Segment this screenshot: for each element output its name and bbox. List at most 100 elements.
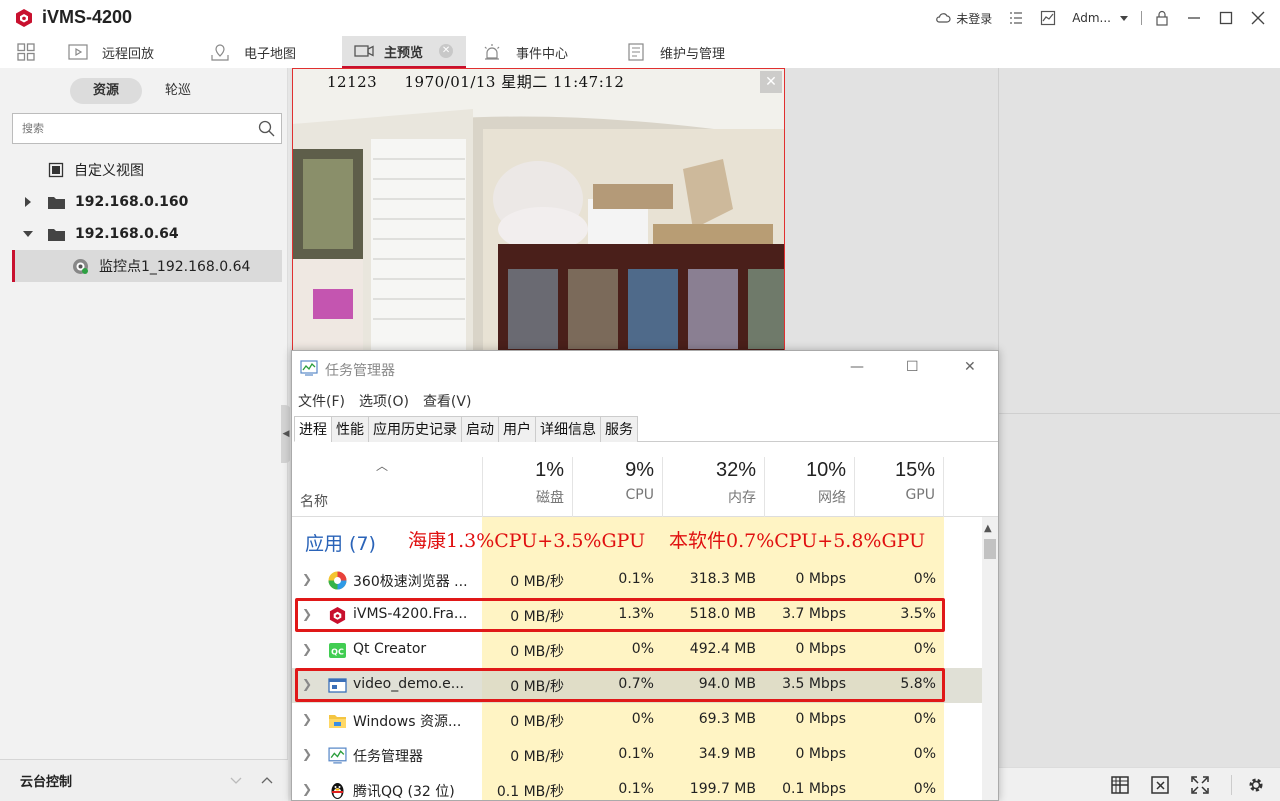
task-list-button[interactable] bbox=[1000, 0, 1032, 36]
tab-main-preview[interactable]: 主预览 ✕ bbox=[342, 36, 466, 68]
user-menu[interactable]: Adm... bbox=[1064, 0, 1137, 36]
tab-services[interactable]: 服务 bbox=[600, 416, 638, 442]
process-name: 360极速浏览器 ... bbox=[353, 574, 468, 590]
tab-app-history[interactable]: 应用历史记录 bbox=[368, 416, 462, 442]
process-row[interactable]: ❯ Windows 资源... 0 MB/秒 0% 69.3 MB 0 Mbps… bbox=[292, 703, 982, 738]
cell-cpu: 0% bbox=[631, 641, 654, 657]
tab-users[interactable]: 用户 bbox=[498, 416, 536, 442]
camera-online-icon bbox=[73, 258, 88, 274]
tab-event-center[interactable]: 事件中心 bbox=[482, 36, 602, 68]
column-disk[interactable]: 1% 磁盘 bbox=[482, 457, 572, 517]
cloud-icon bbox=[936, 13, 951, 23]
ptz-control-bar[interactable]: 云台控制 bbox=[0, 759, 288, 801]
camera-icon bbox=[354, 45, 374, 57]
tab-maintenance[interactable]: 维护与管理 bbox=[626, 36, 766, 68]
column-cpu[interactable]: 9% CPU bbox=[572, 457, 662, 517]
cell-network: 0 Mbps bbox=[795, 641, 846, 657]
camera-feed-image bbox=[293, 69, 784, 350]
segment-patrol[interactable]: 轮巡 bbox=[142, 78, 214, 104]
column-pct: 15% bbox=[894, 459, 935, 481]
fullscreen-icon[interactable] bbox=[1191, 776, 1209, 794]
close-button[interactable]: ✕ bbox=[964, 359, 976, 375]
scroll-thumb[interactable] bbox=[984, 539, 996, 559]
tree-item-label: 192.168.0.160 bbox=[75, 194, 189, 210]
chevron-up-icon[interactable] bbox=[261, 775, 273, 785]
expand-chevron-icon[interactable]: ❯ bbox=[302, 747, 312, 761]
sort-arrow-icon[interactable]: ︿ bbox=[376, 457, 388, 474]
close-button[interactable] bbox=[1242, 0, 1280, 36]
view-icon bbox=[48, 162, 64, 178]
expand-chevron-icon[interactable]: ❯ bbox=[302, 712, 312, 726]
task-manager-titlebar[interactable]: 任务管理器 — ☐ ✕ bbox=[292, 351, 998, 387]
tree-item-custom-view[interactable]: 自定义视图 bbox=[12, 154, 282, 186]
segment-resources[interactable]: 资源 bbox=[70, 78, 142, 104]
playback-icon bbox=[68, 44, 88, 60]
tab-label: 维护与管理 bbox=[660, 46, 726, 62]
maximize-button[interactable]: ☐ bbox=[906, 359, 919, 375]
expand-chevron-icon[interactable]: ❯ bbox=[302, 782, 312, 796]
caret-right-icon[interactable] bbox=[22, 196, 34, 208]
tree-item-label: 自定义视图 bbox=[74, 163, 144, 179]
tab-close-icon[interactable]: ✕ bbox=[439, 44, 454, 58]
column-name[interactable]: 名称 bbox=[300, 491, 328, 511]
video-close-button[interactable]: ✕ bbox=[760, 71, 782, 93]
process-row[interactable]: ❯ 360极速浏览器 ... 0 MB/秒 0.1% 318.3 MB 0 Mb… bbox=[292, 563, 982, 598]
minimize-button[interactable] bbox=[1178, 0, 1210, 36]
tab-label: 远程回放 bbox=[102, 46, 155, 62]
cell-disk: 0 MB/秒 bbox=[510, 749, 564, 765]
expand-chevron-icon[interactable]: ❯ bbox=[302, 572, 312, 586]
login-status-label: 未登录 bbox=[956, 11, 993, 26]
resource-segment-control: 资源 轮巡 bbox=[70, 78, 214, 104]
task-manager-window: 任务管理器 — ☐ ✕ 文件(F) 选项(O) 查看(V) 进程 性能 应用历史… bbox=[291, 350, 999, 801]
tab-label: 电子地图 bbox=[244, 46, 297, 62]
search-input[interactable] bbox=[13, 114, 243, 143]
scroll-up-icon[interactable]: ▲ bbox=[984, 523, 992, 534]
file-explorer-icon bbox=[329, 715, 346, 728]
hikvision-logo-icon bbox=[16, 9, 32, 27]
maximize-button[interactable] bbox=[1210, 0, 1242, 36]
minimize-button[interactable]: — bbox=[850, 359, 864, 375]
tree-item-camera[interactable]: 监控点1_192.168.0.64 bbox=[12, 250, 282, 282]
column-header: ︿ 名称 1% 磁盘 9% CPU 32% 内存 10% 网络 15% GPU bbox=[292, 457, 998, 517]
process-row[interactable]: ❯ 任务管理器 0 MB/秒 0.1% 34.9 MB 0 Mbps 0% bbox=[292, 738, 982, 773]
tree-item-device[interactable]: 192.168.0.160 bbox=[12, 186, 282, 218]
cell-gpu: 0% bbox=[913, 746, 936, 762]
chevron-down-icon[interactable] bbox=[230, 776, 242, 786]
menu-view[interactable]: 查看(V) bbox=[423, 391, 472, 411]
column-network[interactable]: 10% 网络 bbox=[764, 457, 854, 517]
lock-button[interactable] bbox=[1146, 0, 1178, 36]
close-icon bbox=[1251, 11, 1265, 25]
tree-item-device[interactable]: 192.168.0.64 bbox=[12, 218, 282, 250]
tab-startup[interactable]: 启动 bbox=[461, 416, 499, 442]
expand-chevron-icon[interactable]: ❯ bbox=[302, 642, 312, 656]
gear-icon[interactable] bbox=[1247, 776, 1265, 794]
close-all-icon[interactable] bbox=[1151, 776, 1169, 794]
cell-gpu: 0% bbox=[913, 571, 936, 587]
process-row[interactable]: ❯ 腾讯QQ (32 位) 0.1 MB/秒 0.1% 199.7 MB 0.1… bbox=[292, 773, 982, 800]
tab-emap[interactable]: 电子地图 bbox=[210, 36, 330, 68]
tab-details[interactable]: 详细信息 bbox=[535, 416, 601, 442]
cell-memory: 69.3 MB bbox=[698, 711, 756, 727]
video-window[interactable]: 12123 1970/01/13 星期二 11:47:12 ✕ bbox=[292, 68, 785, 351]
grid-menu-icon[interactable] bbox=[17, 43, 35, 61]
vertical-scrollbar[interactable]: ▲ bbox=[982, 517, 998, 800]
layout-grid-icon[interactable] bbox=[1111, 776, 1129, 794]
column-gpu[interactable]: 15% GPU bbox=[854, 457, 944, 517]
process-row[interactable]: ❯ QC Qt Creator 0 MB/秒 0% 492.4 MB 0 Mbp… bbox=[292, 633, 982, 668]
tab-remote-playback[interactable]: 远程回放 bbox=[68, 36, 188, 68]
divider bbox=[1231, 775, 1232, 795]
resource-search bbox=[12, 113, 282, 144]
cell-cpu: 0% bbox=[631, 711, 654, 727]
menu-file[interactable]: 文件(F) bbox=[298, 391, 345, 411]
tab-processes[interactable]: 进程 bbox=[294, 416, 332, 442]
status-monitor-button[interactable] bbox=[1032, 0, 1064, 36]
column-memory[interactable]: 32% 内存 bbox=[662, 457, 764, 517]
search-icon[interactable] bbox=[258, 120, 275, 137]
cell-disk: 0.1 MB/秒 bbox=[496, 784, 564, 800]
menu-options[interactable]: 选项(O) bbox=[359, 391, 409, 411]
column-label: CPU bbox=[625, 487, 654, 503]
cell-gpu: 0% bbox=[913, 781, 936, 797]
tab-performance[interactable]: 性能 bbox=[331, 416, 369, 442]
login-status[interactable]: 未登录 bbox=[927, 0, 1000, 36]
caret-down-icon[interactable] bbox=[22, 228, 34, 240]
